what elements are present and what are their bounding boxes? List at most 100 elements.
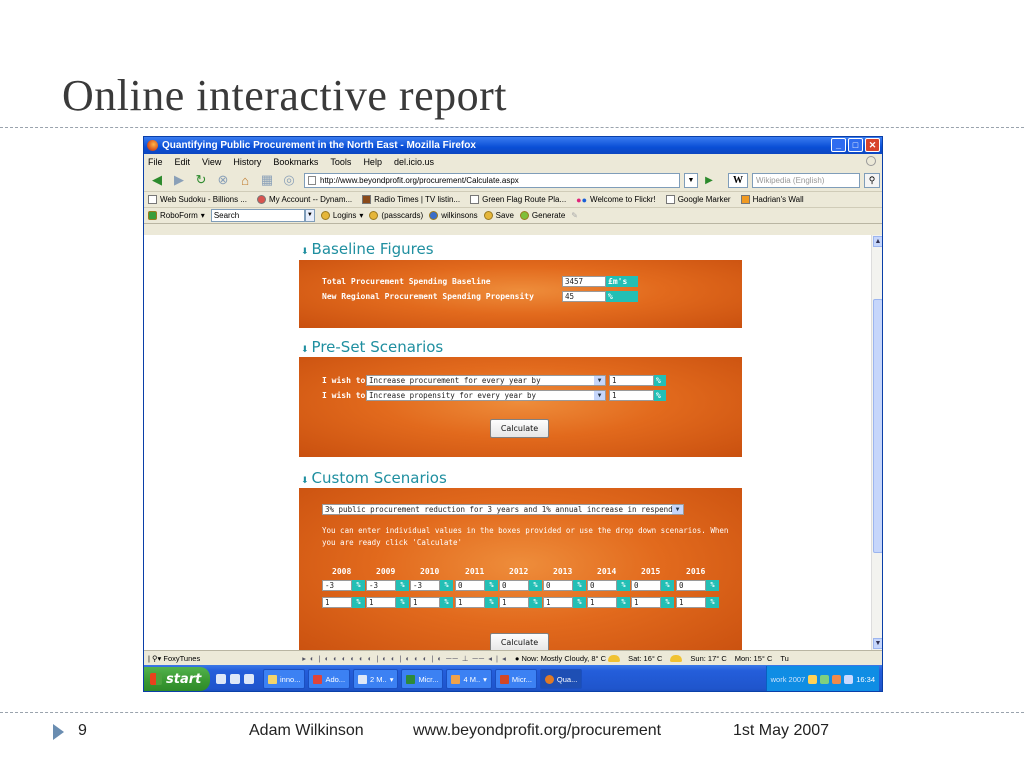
year-value-unit: % (661, 580, 674, 591)
clock: 16:34 (856, 674, 875, 684)
search-input[interactable]: Wikipedia (English) (752, 172, 860, 188)
minimize-button[interactable]: _ (831, 138, 846, 152)
address-bar[interactable]: http://www.beyondprofit.org/procurement/… (304, 172, 680, 188)
tray-icon[interactable] (832, 674, 842, 684)
search-engine-button[interactable]: W (728, 172, 748, 188)
menu-tools[interactable]: Tools (330, 157, 351, 167)
year-value-input[interactable]: 1 (631, 597, 661, 608)
maximize-button[interactable]: □ (848, 138, 863, 152)
quicklaunch-icon[interactable] (216, 674, 226, 684)
tag-button[interactable]: ◎ (280, 172, 298, 188)
year-value-input[interactable]: 1 (543, 597, 573, 608)
year-value-input[interactable]: 0 (499, 580, 529, 591)
logins-label: Logins (332, 211, 357, 220)
bookmark-item[interactable]: Google Marker (665, 195, 731, 204)
browser-window: Quantifying Public Procurement in the No… (143, 136, 883, 692)
search-icon[interactable]: ⚲ (864, 172, 880, 188)
year-value-input[interactable]: 1 (410, 597, 440, 608)
preset-heading-text: Pre-Set Scenarios (311, 338, 444, 356)
year-value-input[interactable]: 0 (631, 580, 661, 591)
year-value-input[interactable]: 1 (455, 597, 485, 608)
roboform-logins[interactable]: Logins ▾ (320, 211, 363, 220)
roboform-search-input[interactable]: Search (210, 209, 305, 222)
foxytunes-label[interactable]: | ⚲▾ FoxyTunes (148, 654, 200, 663)
preset-value-input[interactable]: 1 (609, 375, 654, 386)
scrollbar-thumb[interactable] (873, 299, 882, 553)
bookmark-item[interactable]: My Account -- Dynam... (257, 195, 352, 204)
quicklaunch-icon[interactable] (244, 674, 254, 684)
roboform-passcards[interactable]: (passcards) (369, 211, 423, 220)
logins-icon (320, 211, 330, 220)
preset-value-input[interactable]: 1 (609, 390, 654, 401)
scroll-up-icon[interactable]: ▲ (873, 236, 882, 247)
vertical-scrollbar[interactable]: ▲ ▼ (871, 235, 882, 650)
bookmark-item[interactable]: Green Flag Route Pla... (470, 195, 566, 204)
bookmark-item[interactable]: Hadrian's Wall (740, 195, 804, 204)
taskbar-button-active[interactable]: Qua... (539, 669, 583, 689)
custom-scenario-dropdown[interactable]: 3% public procurement reduction for 3 ye… (322, 504, 684, 515)
back-button[interactable]: ◀ (148, 172, 166, 188)
year-value-input[interactable]: 1 (587, 597, 617, 608)
taskbar-button[interactable]: Ado... (308, 669, 351, 689)
year-value-input[interactable]: 0 (543, 580, 573, 591)
quicklaunch-icon[interactable] (230, 674, 240, 684)
bookmark-item[interactable]: ● ● Welcome to Flickr! (576, 195, 656, 205)
scroll-down-icon[interactable]: ▼ (873, 638, 882, 649)
roboform-identity[interactable]: wilkinsons (429, 211, 478, 220)
year-value-input[interactable]: 0 (676, 580, 706, 591)
start-button[interactable]: start (144, 667, 210, 691)
taskbar-button[interactable]: Micr... (401, 669, 444, 689)
year-value-input[interactable]: -3 (322, 580, 352, 591)
work-folder-label[interactable]: work 2007 (771, 675, 806, 684)
go-button[interactable]: ▶ (702, 173, 716, 188)
year-value-input[interactable]: 1 (499, 597, 529, 608)
custom-calculate-button[interactable]: Calculate (490, 633, 549, 650)
tray-icon[interactable] (808, 674, 818, 684)
menu-help[interactable]: Help (363, 157, 382, 167)
taskbar-button[interactable]: 4 M.. ▾ (446, 669, 492, 689)
propensity-input[interactable]: 45 (562, 291, 606, 302)
baseline-spending-input[interactable]: 3457 (562, 276, 606, 287)
year-value-input[interactable]: 1 (676, 597, 706, 608)
year-value-input[interactable]: 0 (455, 580, 485, 591)
bookmark-item[interactable]: Radio Times | TV listin... (362, 195, 460, 204)
menu-delicious[interactable]: del.icio.us (394, 157, 434, 167)
taskbar-button[interactable]: 2 M.. ▾ (353, 669, 399, 689)
close-button[interactable]: ✕ (865, 138, 880, 152)
preset-dropdown[interactable]: Increase procurement for every year by ▼ (366, 375, 606, 386)
roboform-generate[interactable]: Generate (519, 211, 565, 220)
menu-edit[interactable]: Edit (175, 157, 191, 167)
delicious-icon[interactable]: ▦ (258, 172, 276, 188)
custom-panel: 3% public procurement reduction for 3 ye… (299, 488, 742, 650)
window-titlebar[interactable]: Quantifying Public Procurement in the No… (144, 137, 882, 154)
year-value-input[interactable]: -3 (366, 580, 396, 591)
bookmark-item[interactable]: Web Sudoku - Billions ... (148, 195, 247, 204)
roboform-search-dropdown[interactable]: ▼ (304, 209, 315, 222)
roboform-menu[interactable]: RoboForm ▾ (148, 211, 205, 220)
taskbar-button[interactable]: inno... (263, 669, 306, 689)
menu-file[interactable]: File (148, 157, 163, 167)
taskbar-button[interactable]: Micr... (494, 669, 537, 689)
year-value-input[interactable]: 1 (366, 597, 396, 608)
menu-bookmarks[interactable]: Bookmarks (273, 157, 318, 167)
menu-view[interactable]: View (202, 157, 221, 167)
home-button[interactable]: ⌂ (236, 172, 254, 188)
address-dropdown-button[interactable]: ▼ (684, 172, 698, 188)
tray-icon[interactable] (844, 674, 854, 684)
firefox-icon (147, 140, 158, 151)
menu-history[interactable]: History (233, 157, 261, 167)
weather-now[interactable]: ● Now: Mostly Cloudy, 8° C (515, 654, 621, 663)
highlight-icon[interactable]: ✎ (571, 211, 578, 220)
tray-icon[interactable] (820, 674, 830, 684)
preset-calculate-button[interactable]: Calculate (490, 419, 549, 438)
bookmark-label: Google Marker (677, 195, 731, 204)
year-value-input[interactable]: 1 (322, 597, 352, 608)
forward-button[interactable]: ▶ (170, 172, 188, 188)
roboform-save[interactable]: Save (483, 211, 514, 220)
year-value-input[interactable]: 0 (587, 580, 617, 591)
reload-button[interactable]: ↻ (192, 172, 210, 188)
year-value-input[interactable]: -3 (410, 580, 440, 591)
media-controls[interactable]: ▸ ◐ | ◐ ◐ ◐ ◐ ◐ ◐ | ◐ ◐ | ◐ ◐ ◐ | ◐ ── ⊥… (302, 654, 507, 663)
preset-dropdown[interactable]: Increase propensity for every year by ▼ (366, 390, 606, 401)
stop-button[interactable]: ⊗ (214, 172, 232, 188)
